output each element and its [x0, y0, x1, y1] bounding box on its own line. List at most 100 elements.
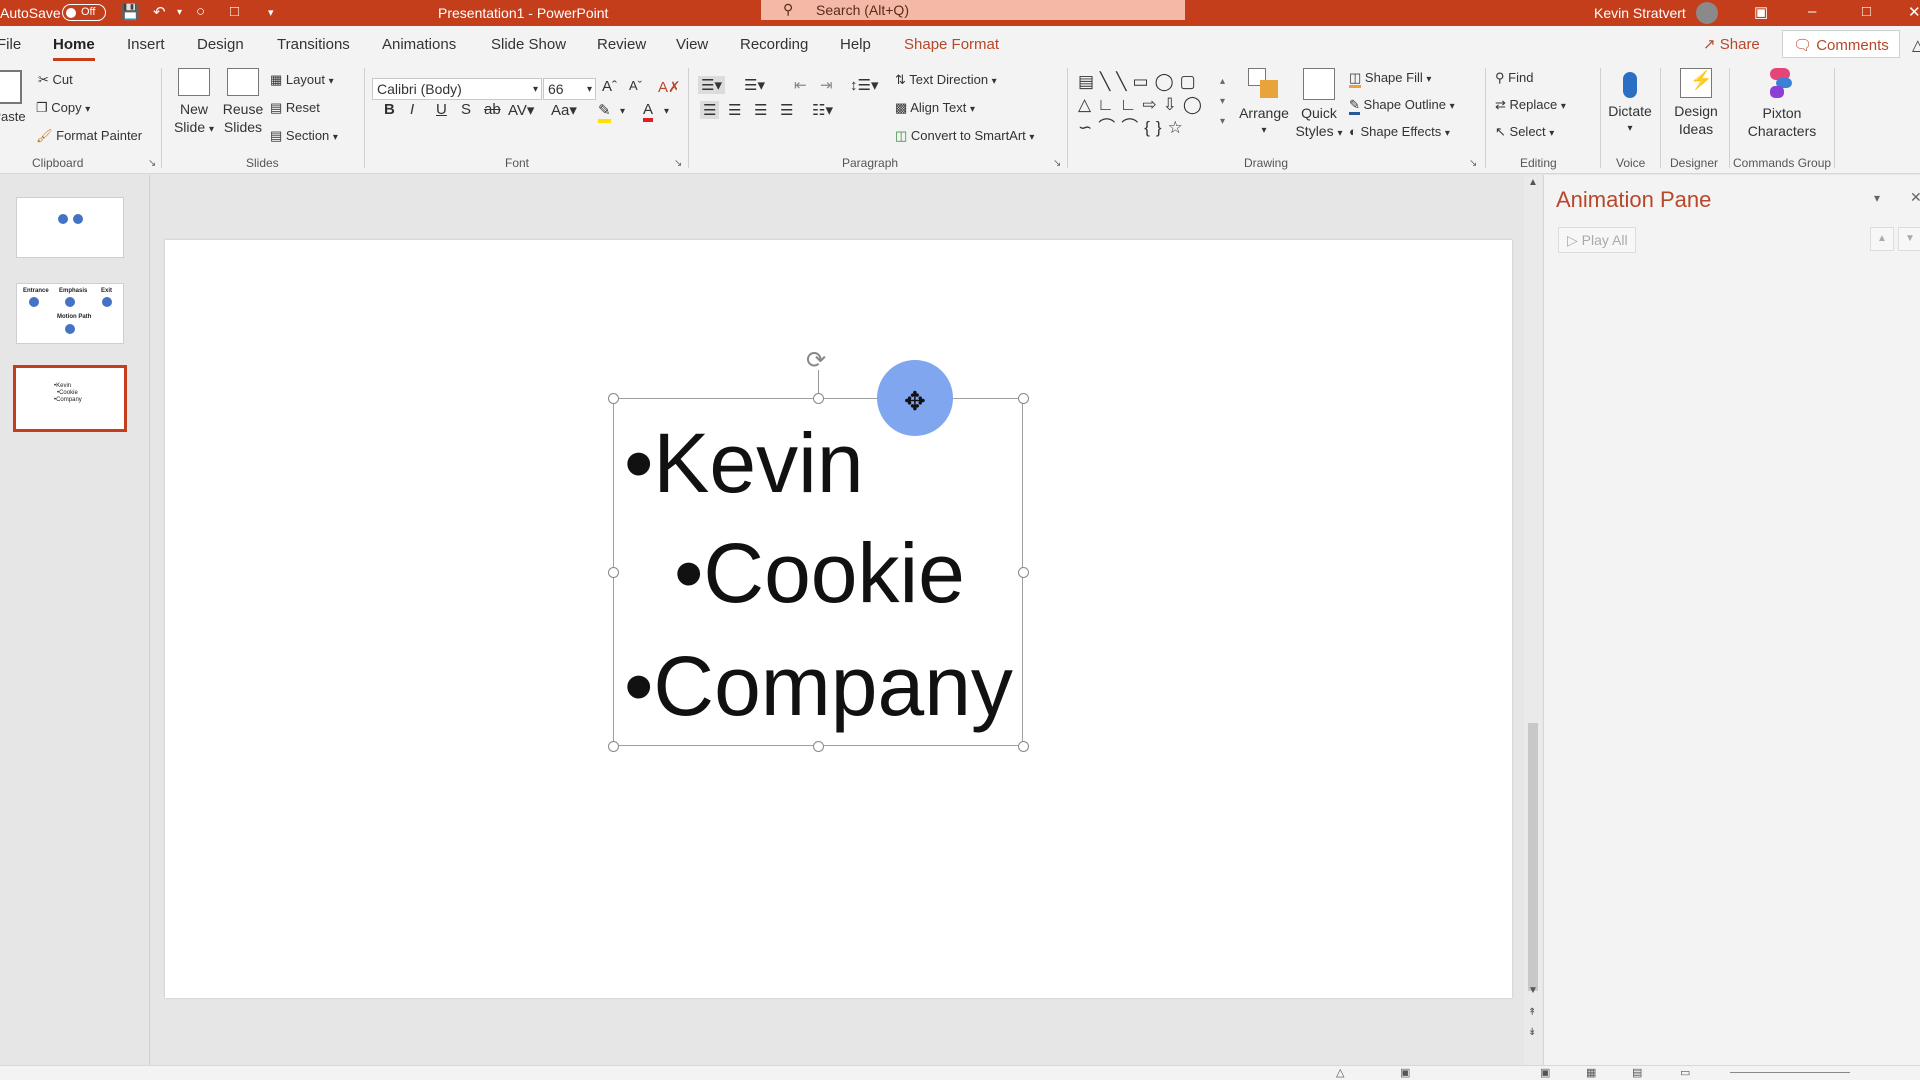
numbering-icon[interactable]: ☰▾ [744, 76, 765, 94]
find-button[interactable]: ⚲ Find [1495, 70, 1533, 86]
scroll-down-icon[interactable]: ▼ [1528, 985, 1538, 996]
search-box[interactable]: ⚲ Search (Alt+Q) [761, 0, 1185, 20]
tab-shape-format[interactable]: Shape Format [904, 36, 999, 53]
slide-thumbnail-1[interactable] [16, 197, 124, 258]
chevron-down-icon[interactable]: ▾ [664, 106, 669, 117]
bullet-item[interactable]: •Company [624, 644, 1013, 728]
section-button[interactable]: ▤ Section ▾ [270, 128, 338, 144]
layout-button[interactable]: ▦ Layout ▾ [270, 72, 334, 88]
customize-toolbar-icon[interactable]: ▾ [268, 6, 274, 19]
selected-text-box[interactable]: •Kevin •Cookie •Company [608, 393, 1029, 752]
undo-dropdown-icon[interactable]: ▾ [177, 7, 182, 18]
bullets-icon[interactable]: ☰▾ [698, 76, 725, 94]
move-down-button[interactable]: ▼ [1898, 227, 1920, 251]
tab-slide-show[interactable]: Slide Show [491, 36, 566, 53]
align-center-icon[interactable]: ☰ [728, 101, 741, 119]
resize-handle-left[interactable] [608, 567, 619, 578]
align-right-icon[interactable]: ☰ [754, 101, 767, 119]
shape-outline-button[interactable]: ✎ Shape Outline ▾ [1349, 97, 1455, 115]
present-icon[interactable]: □ [230, 3, 239, 20]
format-painter-button[interactable]: 🖌 Format Painter [36, 128, 142, 144]
tab-view[interactable]: View [676, 36, 708, 53]
shapes-gallery[interactable]: ▤╲╲▭◯▢ △∟∟⇨⇩◯ ∽⌒⌒{}☆ [1078, 70, 1228, 144]
vertical-scrollbar[interactable]: ▲ ▼ ↟ ↡ [1524, 175, 1542, 1065]
redo-icon[interactable]: ○ [196, 3, 205, 20]
shape-effects-button[interactable]: ◐ Shape Effects ▾ [1349, 124, 1450, 139]
display-settings-icon[interactable]: ▣ [1400, 1066, 1410, 1079]
slide-sorter-icon[interactable]: ▦ [1586, 1066, 1596, 1079]
save-icon[interactable]: 💾 [121, 3, 140, 21]
undo-icon[interactable]: ↶ [153, 3, 166, 21]
dialog-launcher-icon[interactable]: ↘ [1053, 158, 1061, 169]
cut-button[interactable]: ✂ Cut [38, 72, 73, 88]
slide-thumbnail-3[interactable]: •Kevin •Cookie •Company [13, 365, 127, 432]
text-direction-button[interactable]: ⇅ Text Direction ▾ [895, 72, 997, 88]
gallery-scroll-icon[interactable]: ▴ ▾ ▾ [1220, 72, 1225, 132]
rotate-handle-icon[interactable]: ⟳ [806, 346, 826, 375]
play-all-button[interactable]: ▷ Play All [1558, 227, 1636, 253]
tab-help[interactable]: Help [840, 36, 871, 53]
line-spacing-icon[interactable]: ↕☰▾ [850, 76, 878, 94]
reading-view-icon[interactable]: ▤ [1632, 1066, 1642, 1079]
shadow-icon[interactable]: S [461, 101, 471, 118]
grow-font-icon[interactable]: Aˆ [602, 78, 617, 95]
tab-design[interactable]: Design [197, 36, 244, 53]
tab-transitions[interactable]: Transitions [277, 36, 350, 53]
minimize-icon[interactable]: – [1808, 3, 1816, 20]
ribbon-collapse-icon[interactable]: △ [1912, 36, 1920, 54]
chevron-down-icon[interactable]: ▾ [620, 106, 625, 117]
pixton-characters-button[interactable]: Pixton Characters [1738, 68, 1826, 140]
design-ideas-button[interactable]: ⚡ Design Ideas [1668, 68, 1724, 138]
zoom-slider[interactable] [1730, 1072, 1850, 1073]
increase-indent-icon[interactable]: ⇥ [820, 76, 833, 94]
align-left-icon[interactable]: ☰ [700, 101, 720, 119]
user-name[interactable]: Kevin Stratvert [1594, 5, 1686, 21]
resize-handle-top-right[interactable] [1018, 393, 1029, 404]
previous-slide-icon[interactable]: ↟ [1528, 1007, 1536, 1018]
reset-button[interactable]: ▤ Reset [270, 100, 320, 116]
close-pane-icon[interactable]: ✕ [1910, 189, 1920, 206]
dialog-launcher-icon[interactable]: ↘ [148, 158, 156, 169]
font-name-select[interactable]: Calibri (Body) ▾ [372, 78, 542, 100]
font-size-select[interactable]: 66 ▾ [543, 78, 596, 100]
paste-button[interactable]: Paste [0, 70, 26, 126]
convert-smartart-button[interactable]: ◫ Convert to SmartArt ▾ [895, 128, 1034, 144]
tab-review[interactable]: Review [597, 36, 646, 53]
clear-formatting-icon[interactable]: A✗ [658, 78, 681, 96]
close-icon[interactable]: ✕ [1908, 3, 1920, 21]
avatar[interactable] [1696, 2, 1718, 24]
dialog-launcher-icon[interactable]: ↘ [1469, 158, 1477, 169]
select-button[interactable]: ↖ Select ▾ [1495, 124, 1554, 140]
font-color-icon[interactable]: A [643, 101, 654, 122]
bullet-item[interactable]: •Kevin [624, 421, 864, 505]
replace-button[interactable]: ⇄ Replace ▾ [1495, 97, 1566, 113]
normal-view-icon[interactable]: ▣ [1540, 1066, 1550, 1079]
scroll-up-icon[interactable]: ▲ [1528, 177, 1538, 188]
move-up-button[interactable]: ▲ [1870, 227, 1894, 251]
tab-file[interactable]: File [0, 36, 21, 53]
highlighter-icon[interactable]: ✎ [598, 101, 611, 123]
quick-styles-button[interactable]: Quick Styles ▾ [1294, 68, 1344, 143]
copy-button[interactable]: ❐ Copy ▾ [36, 100, 90, 116]
align-text-button[interactable]: ▩ Align Text ▾ [895, 100, 975, 116]
resize-handle-top-left[interactable] [608, 393, 619, 404]
scroll-thumb[interactable] [1528, 723, 1538, 991]
italic-icon[interactable]: I [410, 101, 414, 118]
dictate-button[interactable]: Dictate ▾ [1604, 68, 1656, 138]
resize-handle-bottom-left[interactable] [608, 741, 619, 752]
tab-recording[interactable]: Recording [740, 36, 808, 53]
underline-icon[interactable]: U [436, 101, 447, 118]
autosave-toggle[interactable]: Off [62, 4, 106, 21]
character-spacing-icon[interactable]: AV▾ [508, 101, 534, 119]
arrange-button[interactable]: Arrange ▾ [1238, 68, 1290, 140]
justify-icon[interactable]: ☰ [780, 101, 793, 119]
maximize-icon[interactable]: □ [1862, 3, 1871, 20]
decrease-indent-icon[interactable]: ⇤ [794, 76, 807, 94]
share-button[interactable]: ↗ Share [1693, 30, 1770, 58]
resize-handle-top[interactable] [813, 393, 824, 404]
bold-icon[interactable]: B [384, 101, 395, 118]
resize-handle-bottom[interactable] [813, 741, 824, 752]
next-slide-icon[interactable]: ↡ [1528, 1027, 1536, 1038]
slide-thumbnail-2[interactable]: Entrance Emphasis Exit Motion Path [16, 283, 124, 344]
columns-icon[interactable]: ☷▾ [812, 101, 833, 119]
